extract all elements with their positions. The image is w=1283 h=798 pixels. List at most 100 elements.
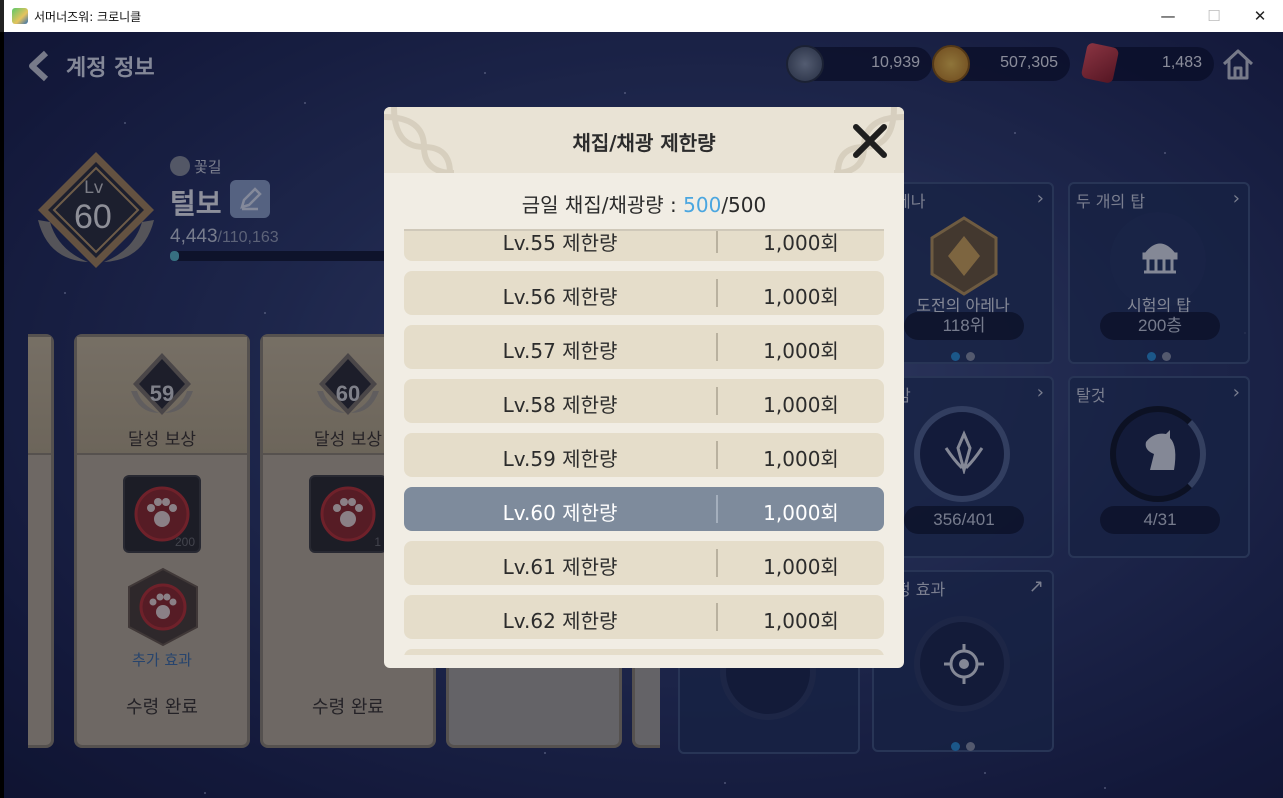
tile-two-towers-floor: 200층: [1100, 312, 1220, 340]
tile-two-towers-title: 두 개의 탑: [1076, 192, 1146, 211]
reward-item-count: 200: [174, 535, 195, 549]
star-dot: [1014, 132, 1016, 134]
tower-icon: [1142, 243, 1178, 274]
limit-row-label: Lv.62 제한량: [502, 609, 618, 633]
page-dots: [1070, 346, 1248, 365]
star-dot: [64, 292, 66, 294]
star-dot: [1164, 152, 1166, 154]
limit-row-value: 1,000회: [763, 339, 839, 363]
limit-row[interactable]: Lv.57 제한량 1,000회: [404, 325, 884, 369]
edit-pencil-icon[interactable]: [230, 180, 270, 218]
title-tag: 꽃길: [170, 154, 222, 178]
page-title: 계정 정보: [66, 56, 155, 81]
exp-current: 4,443: [170, 226, 218, 247]
window-controls: — ☐ ✕: [1145, 0, 1283, 32]
limit-row[interactable]: Lv.59 제한량 1,000회: [404, 433, 884, 477]
winged-crest-icon: [944, 430, 984, 474]
maximize-button[interactable]: ☐: [1191, 0, 1237, 32]
exp-progress-bar: [170, 251, 388, 261]
currency-ruby-value: 1,483: [1161, 54, 1202, 71]
reward-item-slot[interactable]: 1: [309, 475, 387, 553]
currency-crystal-value: 10,939: [871, 54, 920, 71]
paw-hex-effect-icon[interactable]: [125, 567, 201, 647]
tile-collection-count: 356/401: [904, 506, 1024, 534]
title-tag-label: 꽃길: [194, 157, 222, 176]
reward-card[interactable]: 59 달성 보상 200 추가 효과 수령 완료: [74, 334, 250, 748]
modal-title: 채집/채광 제한량: [572, 131, 716, 155]
limit-row-value: 1,000회: [763, 231, 839, 255]
tile-arena-rank: 118위: [904, 312, 1024, 340]
target-icon: [944, 644, 984, 684]
limit-row-label: Lv.60 제한량: [502, 501, 618, 525]
limit-row[interactable]: Lv.61 제한량 1,000회: [404, 541, 884, 585]
claim-status: 수령 완료: [126, 697, 198, 718]
modal-header: 채집/채광 제한량: [384, 107, 904, 173]
gold-coin-icon: [932, 45, 970, 83]
reward-card-partial[interactable]: [28, 334, 54, 748]
limit-row[interactable]: Lv.62 제한량 1,000회: [404, 595, 884, 639]
crystal-icon: [786, 45, 824, 83]
window-title: 서머너즈워: 크로니클: [34, 9, 142, 24]
limit-row-current[interactable]: Lv.60 제한량 1,000회: [404, 487, 884, 531]
currency-gold[interactable]: 507,305: [932, 45, 1070, 83]
chevron-right-icon: ›: [1232, 382, 1240, 403]
horse-head-icon: [1145, 430, 1176, 470]
limit-list[interactable]: Lv.55 제한량 1,000회 Lv.56 제한량 1,000회 Lv.57 …: [404, 231, 884, 655]
star-dot: [204, 792, 206, 794]
star-dot: [984, 772, 986, 774]
limit-row-value: 1,000회: [763, 501, 839, 525]
minimize-button[interactable]: —: [1145, 0, 1191, 32]
ruby-gem-icon: [1080, 42, 1120, 84]
title-emblem-icon: [170, 156, 190, 176]
limit-row-partial[interactable]: [404, 649, 884, 655]
chevron-right-icon: ›: [1036, 382, 1044, 403]
summary-current: 500: [683, 193, 722, 217]
harvest-limit-modal: 채집/채광 제한량 금일 채집/채광량 : 500/500 Lv.55 제한량 …: [384, 107, 904, 668]
reward-card-title: 달성 보상: [128, 430, 196, 450]
limit-row-label: Lv.59 제한량: [502, 447, 618, 471]
back-arrow-icon[interactable]: [24, 50, 56, 82]
star-dot: [264, 312, 266, 314]
home-icon[interactable]: [1220, 46, 1256, 82]
level-value: 60: [74, 198, 112, 236]
top-bar: 계정 정보 10,939 507,305 1,483: [4, 32, 1283, 96]
limit-row[interactable]: Lv.58 제한량 1,000회: [404, 379, 884, 423]
currency-gold-value: 507,305: [1000, 54, 1058, 71]
close-icon[interactable]: [850, 121, 890, 161]
tile-mount-count: 4/31: [1100, 506, 1220, 534]
exp-max: /110,163: [217, 229, 279, 246]
extra-effect-link[interactable]: 추가 효과: [77, 649, 247, 670]
daily-harvest-summary: 금일 채집/채광량 : 500/500: [384, 189, 904, 218]
close-window-button[interactable]: ✕: [1237, 0, 1283, 32]
tile-mount[interactable]: 탈것 › 4/31: [1068, 376, 1250, 558]
limit-row-value: 1,000회: [763, 609, 839, 633]
currency-crystal[interactable]: 10,939: [786, 45, 932, 83]
limit-row-label: Lv.61 제한량: [502, 555, 618, 579]
exp-text: 4,443/110,163: [170, 226, 279, 248]
limit-row-value: 1,000회: [763, 393, 839, 417]
nickname: 털보: [170, 187, 222, 220]
level-label: Lv: [84, 178, 104, 198]
claim-status: 수령 완료: [312, 697, 384, 718]
reward-item-slot[interactable]: 200: [123, 475, 201, 553]
limit-row-label: Lv.57 제한량: [502, 339, 618, 363]
summary-max: /500: [721, 193, 767, 217]
star-dot: [304, 102, 306, 104]
window-titlebar: 서머너즈워: 크로니클 — ☐ ✕: [0, 0, 1283, 32]
exp-progress-fill: [170, 251, 179, 261]
limit-row[interactable]: Lv.56 제한량 1,000회: [404, 271, 884, 315]
star-dot: [724, 782, 726, 784]
limit-row-value: 1,000회: [763, 447, 839, 471]
limit-row-label: Lv.58 제한량: [502, 393, 618, 417]
tile-two-towers[interactable]: 두 개의 탑 › 시험의 탑 200층: [1068, 182, 1250, 364]
limit-row-value: 1,000회: [763, 285, 839, 309]
summary-label: 금일 채집/채광량 :: [521, 193, 684, 217]
limit-row[interactable]: Lv.55 제한량 1,000회: [404, 231, 884, 261]
star-dot: [1104, 787, 1106, 789]
app-icon: [12, 8, 28, 24]
tile-mount-title: 탈것: [1076, 386, 1106, 405]
currency-ruby[interactable]: 1,483: [1080, 42, 1214, 84]
reward-card-header: 59 달성 보상: [77, 337, 247, 455]
chevron-right-icon: ›: [1232, 188, 1240, 209]
external-link-icon[interactable]: ↗: [1029, 576, 1044, 597]
